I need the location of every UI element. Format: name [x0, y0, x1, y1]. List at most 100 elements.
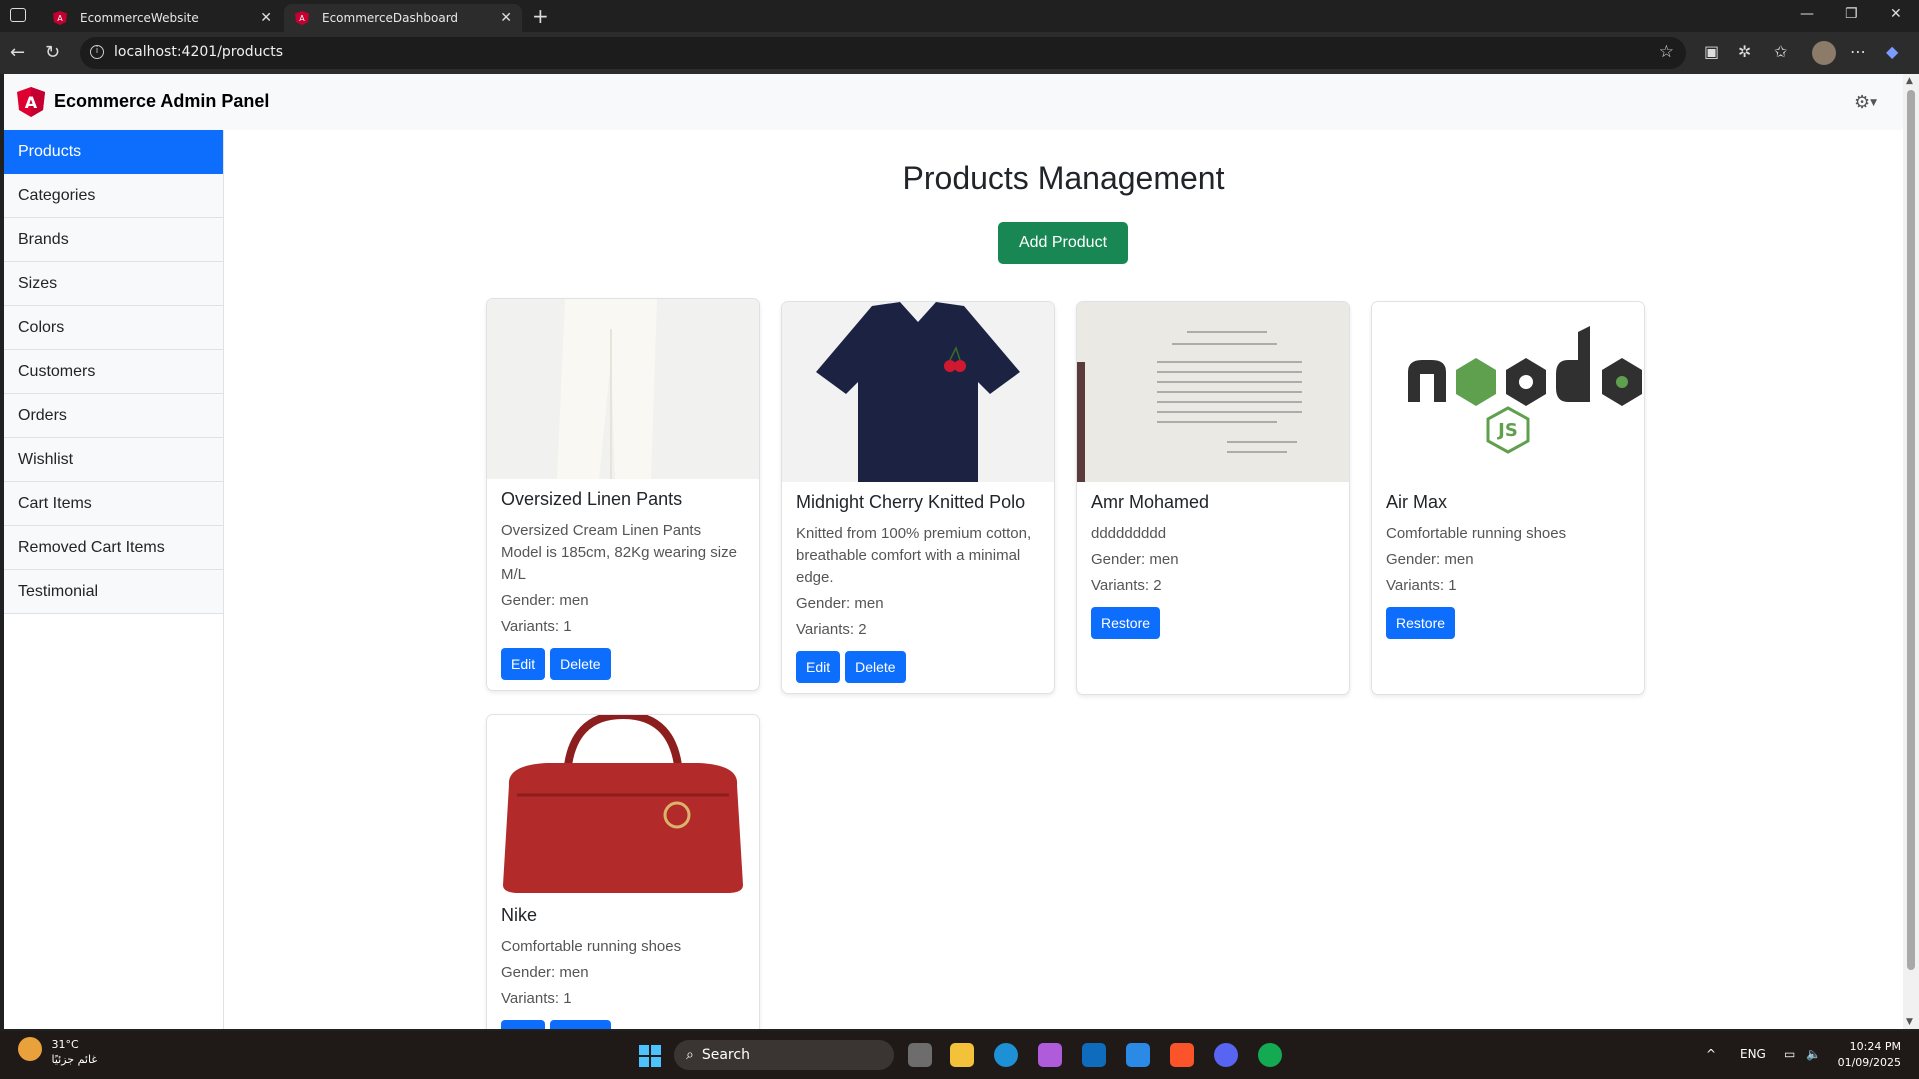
product-variants: Variants: 1 — [1386, 577, 1457, 594]
sidebar-item-customers[interactable]: Customers — [4, 350, 223, 394]
address-bar[interactable]: i localhost:4201/products ☆ — [80, 37, 1686, 69]
svg-text:A: A — [25, 93, 38, 112]
more-options-icon[interactable]: ⋯ — [1850, 42, 1866, 61]
sidebar-item-testimonial[interactable]: Testimonial — [4, 570, 223, 614]
minimize-icon[interactable]: — — [1800, 6, 1814, 22]
product-gender: Gender: men — [501, 592, 589, 609]
taskbar: 31°C غائم جزئيًا ⌕ Search ^ ENG ▭ 🔈 10:24… — [0, 1031, 1919, 1079]
edit-button[interactable]: Edit — [501, 1020, 546, 1029]
svg-text:JS: JS — [1496, 420, 1518, 441]
close-window-icon[interactable]: ✕ — [1890, 6, 1902, 22]
product-name: Oversized Linen Pants — [501, 489, 683, 509]
sidebar-item-cart-items[interactable]: Cart Items — [4, 482, 223, 526]
brave-browser-icon[interactable] — [1170, 1043, 1194, 1067]
restore-window-icon[interactable]: ❐ — [1845, 6, 1858, 22]
temperature: 31°C — [51, 1038, 79, 1051]
copilot-icon[interactable]: ◆ — [1886, 42, 1898, 61]
close-icon[interactable]: ✕ — [500, 10, 512, 26]
vscode-icon[interactable] — [1126, 1043, 1150, 1067]
page-scrollbar[interactable]: ▲ ▼ — [1903, 74, 1919, 1029]
discord-icon[interactable] — [1214, 1043, 1238, 1067]
gear-icon: ⚙ — [1853, 92, 1871, 113]
polo-shirt-image — [816, 302, 1020, 482]
settings-dropdown[interactable]: ⚙▼ — [1854, 92, 1877, 113]
scroll-up-icon[interactable]: ▲ — [1906, 76, 1913, 86]
delete-button[interactable]: Delete — [550, 1020, 611, 1029]
taskbar-search[interactable]: ⌕ Search — [674, 1040, 894, 1070]
restore-button[interactable]: Restore — [1386, 607, 1456, 639]
scrollbar-thumb[interactable] — [1907, 90, 1915, 970]
product-card: JS Air Max Comfortable running shoes Gen… — [1371, 301, 1645, 695]
nodejs-logo-image: JS — [1408, 326, 1642, 454]
sidebar-item-categories[interactable]: Categories — [4, 174, 223, 218]
site-info-icon[interactable]: i — [90, 45, 104, 59]
delete-button[interactable]: Delete — [845, 651, 906, 683]
file-explorer-icon[interactable] — [950, 1043, 974, 1067]
sidebar-item-wishlist[interactable]: Wishlist — [4, 438, 223, 482]
system-clock[interactable]: 10:24 PM 01/09/2025 — [1838, 1039, 1901, 1071]
product-description: Comfortable running shoes — [1386, 525, 1567, 542]
show-hidden-icons-icon[interactable]: ^ — [1706, 1047, 1716, 1061]
close-icon[interactable]: ✕ — [260, 10, 272, 26]
extensions-puzzle-icon[interactable]: ✲ — [1738, 42, 1751, 61]
partly-cloudy-icon — [18, 1037, 42, 1061]
sidebar-item-products[interactable]: Products — [4, 130, 223, 174]
restore-button[interactable]: Restore — [1091, 607, 1161, 639]
weather-widget[interactable]: 31°C غائم جزئيًا — [18, 1037, 97, 1067]
edge-browser-icon[interactable] — [994, 1043, 1018, 1067]
extension-icon[interactable]: ▣ — [1704, 42, 1719, 61]
outlook-icon[interactable] — [1082, 1043, 1106, 1067]
scroll-down-icon[interactable]: ▼ — [1906, 1017, 1913, 1027]
product-variants: Variants: 2 — [1091, 577, 1162, 594]
product-name: Midnight Cherry Knitted Polo — [796, 492, 1026, 512]
windows-start-icon[interactable] — [639, 1045, 661, 1067]
sidebar-item-brands[interactable]: Brands — [4, 218, 223, 262]
favorite-star-icon[interactable]: ☆ — [1659, 42, 1674, 62]
product-card: Midnight Cherry Knitted Polo Knitted fro… — [781, 301, 1055, 694]
time: 10:24 PM — [1849, 1040, 1901, 1053]
caret-down-icon: ▼ — [1870, 98, 1877, 108]
sidebar: Products Categories Brands Sizes Colors … — [4, 130, 224, 1029]
product-gender: Gender: men — [1091, 551, 1179, 568]
product-name: Nike — [501, 905, 538, 925]
profile-avatar[interactable] — [1812, 41, 1836, 65]
mongodb-compass-icon[interactable] — [1258, 1043, 1282, 1067]
delete-button[interactable]: Delete — [550, 648, 611, 680]
product-card: Oversized Linen Pants Oversized Cream Li… — [486, 298, 760, 691]
product-name: Amr Mohamed — [1091, 492, 1210, 512]
main-content: Products Management Add Product Oversize… — [224, 130, 1903, 1029]
sidebar-item-sizes[interactable]: Sizes — [4, 262, 223, 306]
network-icon[interactable]: ▭ — [1784, 1047, 1795, 1061]
copilot-app-icon[interactable] — [1038, 1043, 1062, 1067]
volume-icon[interactable]: 🔈 — [1806, 1047, 1821, 1061]
language-indicator[interactable]: ENG — [1740, 1047, 1766, 1061]
new-tab-icon[interactable]: + — [532, 4, 549, 28]
edit-button[interactable]: Edit — [501, 648, 546, 680]
tab-title: EcommerceWebsite — [80, 11, 199, 25]
edit-button[interactable]: Edit — [796, 651, 841, 683]
product-gender: Gender: men — [796, 595, 884, 612]
document-photo-image — [1077, 302, 1349, 482]
product-description: ddddddddd — [1091, 525, 1167, 542]
sidebar-item-removed-cart-items[interactable]: Removed Cart Items — [4, 526, 223, 570]
sidebar-item-colors[interactable]: Colors — [4, 306, 223, 350]
product-gender: Gender: men — [501, 964, 589, 981]
weather-condition: غائم جزئيًا — [51, 1053, 98, 1066]
svg-text:A: A — [57, 14, 63, 23]
vertical-tabs-icon[interactable] — [10, 8, 26, 22]
product-image — [487, 299, 759, 479]
favorites-icon[interactable]: ✩ — [1774, 42, 1787, 61]
browser-tab-ecommerce-website[interactable]: A EcommerceWebsite ✕ — [42, 4, 282, 32]
search-icon: ⌕ — [686, 1047, 694, 1063]
sidebar-item-orders[interactable]: Orders — [4, 394, 223, 438]
task-view-icon[interactable] — [908, 1043, 932, 1067]
product-variants: Variants: 1 — [501, 618, 572, 635]
product-description: Comfortable running shoes — [501, 938, 682, 955]
product-card: Amr Mohamed ddddddddd Gender: men Varian… — [1076, 301, 1350, 695]
product-image — [1077, 302, 1349, 482]
product-image — [487, 715, 759, 895]
add-product-button[interactable]: Add Product — [998, 222, 1128, 264]
back-arrow-icon[interactable]: ← — [10, 42, 25, 63]
reload-icon[interactable]: ↻ — [45, 42, 60, 63]
browser-tab-ecommerce-dashboard[interactable]: A EcommerceDashboard ✕ — [284, 4, 522, 32]
